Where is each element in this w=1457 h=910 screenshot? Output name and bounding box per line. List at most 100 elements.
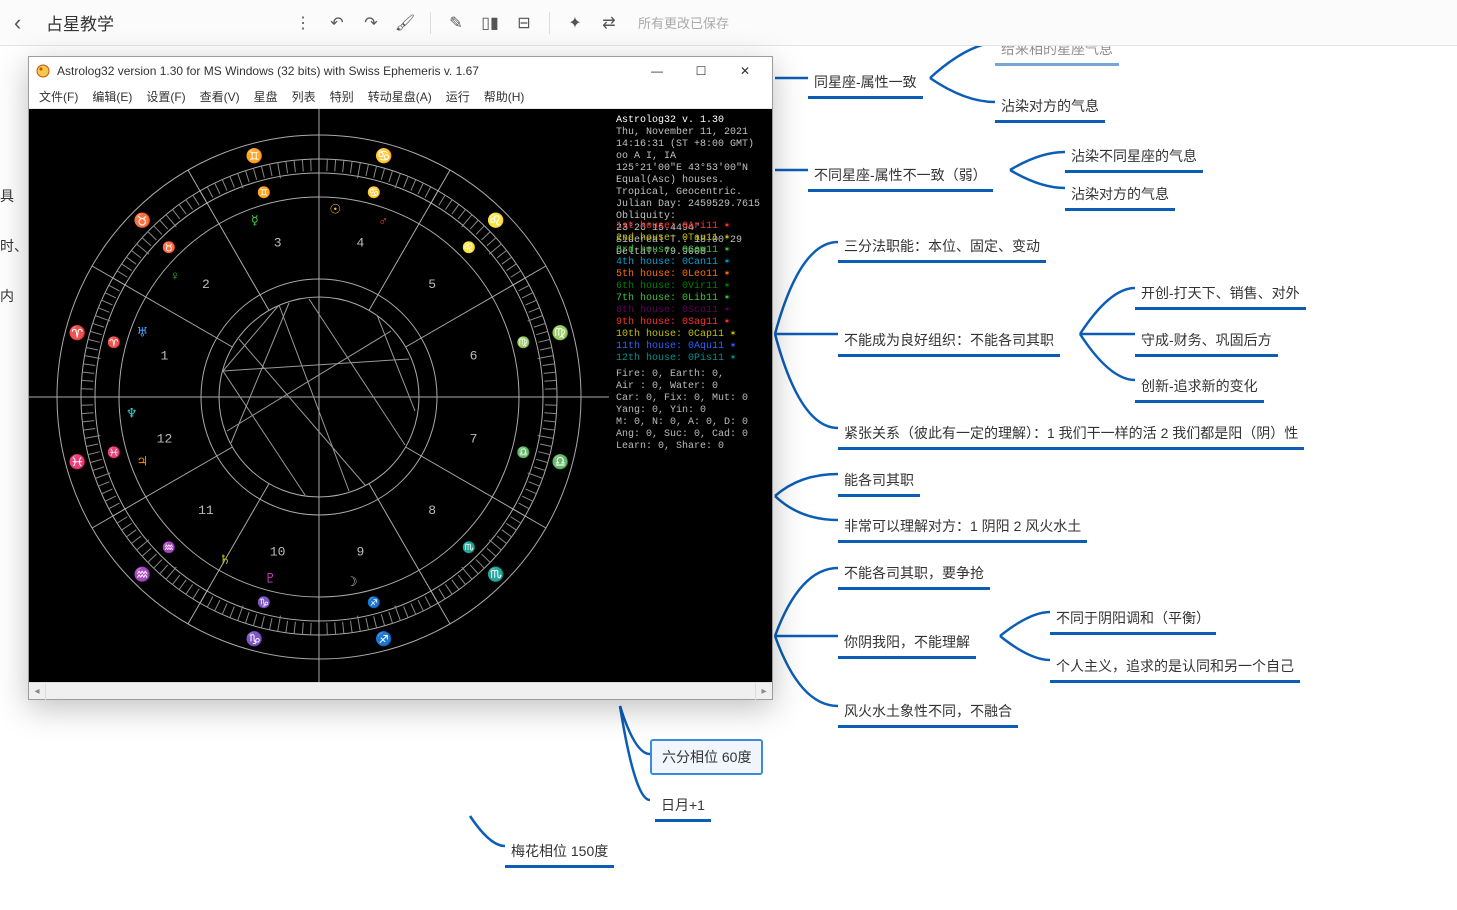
svg-text:♑: ♑	[257, 596, 271, 610]
node[interactable]: 同星座-属性一致	[808, 68, 923, 96]
astro-elements-text: Fire: 0, Earth: 0,Air : 0, Water: 0Car: …	[616, 369, 766, 453]
more-icon[interactable]: ⋮	[288, 8, 318, 38]
separator	[549, 12, 550, 34]
svg-text:♋: ♋	[375, 148, 392, 166]
scroll-left-icon[interactable]: ◂	[29, 683, 46, 700]
svg-text:♅: ♅	[137, 326, 149, 341]
node[interactable]: 能各司其职	[838, 466, 920, 494]
menu-file[interactable]: 文件(F)	[33, 86, 84, 107]
node[interactable]: 沾染对方的气息	[1065, 180, 1175, 208]
scroll-right-icon[interactable]: ▸	[755, 683, 772, 700]
minimize-button[interactable]: —	[636, 58, 678, 84]
svg-text:1: 1	[161, 349, 169, 364]
svg-text:♊: ♊	[257, 186, 271, 200]
node[interactable]: 风火水土象性不同，不融合	[838, 697, 1018, 725]
svg-text:6: 6	[470, 349, 478, 364]
svg-text:☉: ☉	[330, 203, 342, 218]
svg-text:5: 5	[428, 277, 436, 292]
svg-text:♐: ♐	[375, 630, 392, 648]
svg-text:10: 10	[270, 545, 286, 560]
node[interactable]: 紧张关系（彼此有一定的理解）：1 我们干一样的活 2 我们都是阳（阴）性	[838, 419, 1304, 447]
natal-wheel: 123456789101112 ♈♈♉♉♊♊♋♋♌♌♍♍♎♎♏♏♐♐♑♑♒♒♓♓…	[29, 109, 609, 682]
node[interactable]: 不同于阴阳调和（平衡）	[1050, 604, 1216, 632]
svg-text:♉: ♉	[162, 241, 176, 255]
svg-text:12: 12	[157, 431, 173, 446]
format-painter-icon[interactable]: 🖌	[390, 8, 420, 38]
node[interactable]: 三分法职能：本位、固定、变动	[838, 232, 1046, 260]
svg-text:2: 2	[202, 277, 210, 292]
svg-text:♌: ♌	[462, 241, 476, 255]
astro-houses-text: 1st house: 0Ari11 ✶ 2nd house: 0Tau11 ✶ …	[616, 221, 766, 365]
menu-list[interactable]: 列表	[286, 86, 322, 107]
svg-text:♓: ♓	[69, 454, 86, 472]
window-titlebar[interactable]: Astrolog32 version 1.30 for MS Windows (…	[29, 57, 772, 85]
menu-transit[interactable]: 转动星盘(A)	[362, 86, 438, 107]
partial-node: 内	[0, 286, 14, 306]
menu-view[interactable]: 查看(V)	[194, 86, 246, 107]
svg-text:♎: ♎	[552, 454, 569, 472]
menu-settings[interactable]: 设置(F)	[140, 86, 191, 107]
top-toolbar: ‹ 占星教学 ⋮ ↶ ↷ 🖌 ✎ ▯▮ ⊟ ✦ ⇄ 所有更改已保存	[0, 0, 1457, 46]
svg-text:♐: ♐	[367, 596, 381, 610]
svg-text:♂: ♂	[379, 213, 387, 228]
svg-text:4: 4	[357, 235, 365, 250]
svg-text:11: 11	[198, 503, 214, 518]
node[interactable]: 不能各司其职，要争抢	[838, 559, 990, 587]
node[interactable]: 个人主义，追求的是认同和另一个自己	[1050, 652, 1300, 680]
svg-text:♒: ♒	[162, 541, 176, 555]
svg-text:♈: ♈	[69, 324, 86, 342]
svg-text:♀: ♀	[171, 269, 179, 284]
svg-text:♊: ♊	[246, 148, 263, 166]
close-button[interactable]: ✕	[724, 58, 766, 84]
svg-text:3: 3	[274, 235, 282, 250]
horizontal-scrollbar[interactable]: ◂ ▸	[29, 682, 772, 699]
svg-text:♓: ♓	[107, 446, 121, 460]
back-icon[interactable]: ‹	[14, 10, 36, 36]
svg-text:♍: ♍	[517, 336, 531, 350]
menu-edit[interactable]: 编辑(E)	[86, 86, 138, 107]
node-selected[interactable]: 六分相位 60度	[650, 739, 763, 775]
svg-text:♉: ♉	[134, 212, 151, 230]
node[interactable]: 沾染对方的气息	[995, 92, 1105, 120]
pencil-icon[interactable]: ✎	[441, 8, 471, 38]
node[interactable]: 你阴我阳，不能理解	[838, 628, 976, 656]
panel-icon[interactable]: ▯▮	[475, 8, 505, 38]
maximize-button[interactable]: ☐	[680, 58, 722, 84]
svg-text:♃: ♃	[137, 454, 149, 469]
menu-run[interactable]: 运行	[440, 86, 476, 107]
node[interactable]: 非常可以理解对方：1 阴阳 2 风火水土	[838, 512, 1087, 540]
node[interactable]: 日月+1	[655, 791, 711, 819]
svg-text:♌: ♌	[487, 212, 504, 230]
svg-text:9: 9	[357, 545, 365, 560]
magic-icon[interactable]: ✦	[560, 8, 590, 38]
redo-icon[interactable]: ↷	[356, 8, 386, 38]
svg-text:♄: ♄	[219, 553, 231, 568]
node[interactable]: 沾染不同星座的气息	[1065, 142, 1203, 170]
undo-icon[interactable]: ↶	[322, 8, 352, 38]
node[interactable]: 创新-追求新的变化	[1135, 372, 1264, 400]
svg-text:♒: ♒	[134, 566, 151, 584]
svg-text:♆: ♆	[126, 406, 138, 421]
svg-text:☿: ☿	[251, 213, 259, 228]
document-title: 占星教学	[46, 10, 114, 35]
svg-text:♎: ♎	[517, 446, 531, 460]
svg-text:♏: ♏	[462, 541, 476, 555]
partial-node: 具	[0, 186, 14, 206]
partial-node: 时、	[0, 236, 28, 256]
autosave-status: 所有更改已保存	[638, 13, 729, 32]
node[interactable]: 梅花相位 150度	[505, 837, 614, 865]
separator	[430, 12, 431, 34]
layout-icon[interactable]: ⊟	[509, 8, 539, 38]
svg-text:7: 7	[470, 431, 478, 446]
menu-special[interactable]: 特别	[324, 86, 360, 107]
node[interactable]: 不能成为良好组织：不能各司其职	[838, 326, 1060, 354]
node[interactable]: 不同星座-属性不一致（弱）	[808, 161, 993, 189]
menu-help[interactable]: 帮助(H)	[478, 86, 531, 107]
menu-chart[interactable]: 星盘	[248, 86, 284, 107]
astrolog-viewport[interactable]: 123456789101112 ♈♈♉♉♊♊♋♋♌♌♍♍♎♎♏♏♐♐♑♑♒♒♓♓…	[29, 109, 772, 682]
node[interactable]: 守成-财务、巩固后方	[1135, 326, 1278, 354]
window-title: Astrolog32 version 1.30 for MS Windows (…	[57, 64, 479, 78]
sliders-icon[interactable]: ⇄	[594, 8, 624, 38]
svg-text:♋: ♋	[367, 186, 381, 200]
node[interactable]: 开创-打天下、销售、对外	[1135, 279, 1306, 307]
